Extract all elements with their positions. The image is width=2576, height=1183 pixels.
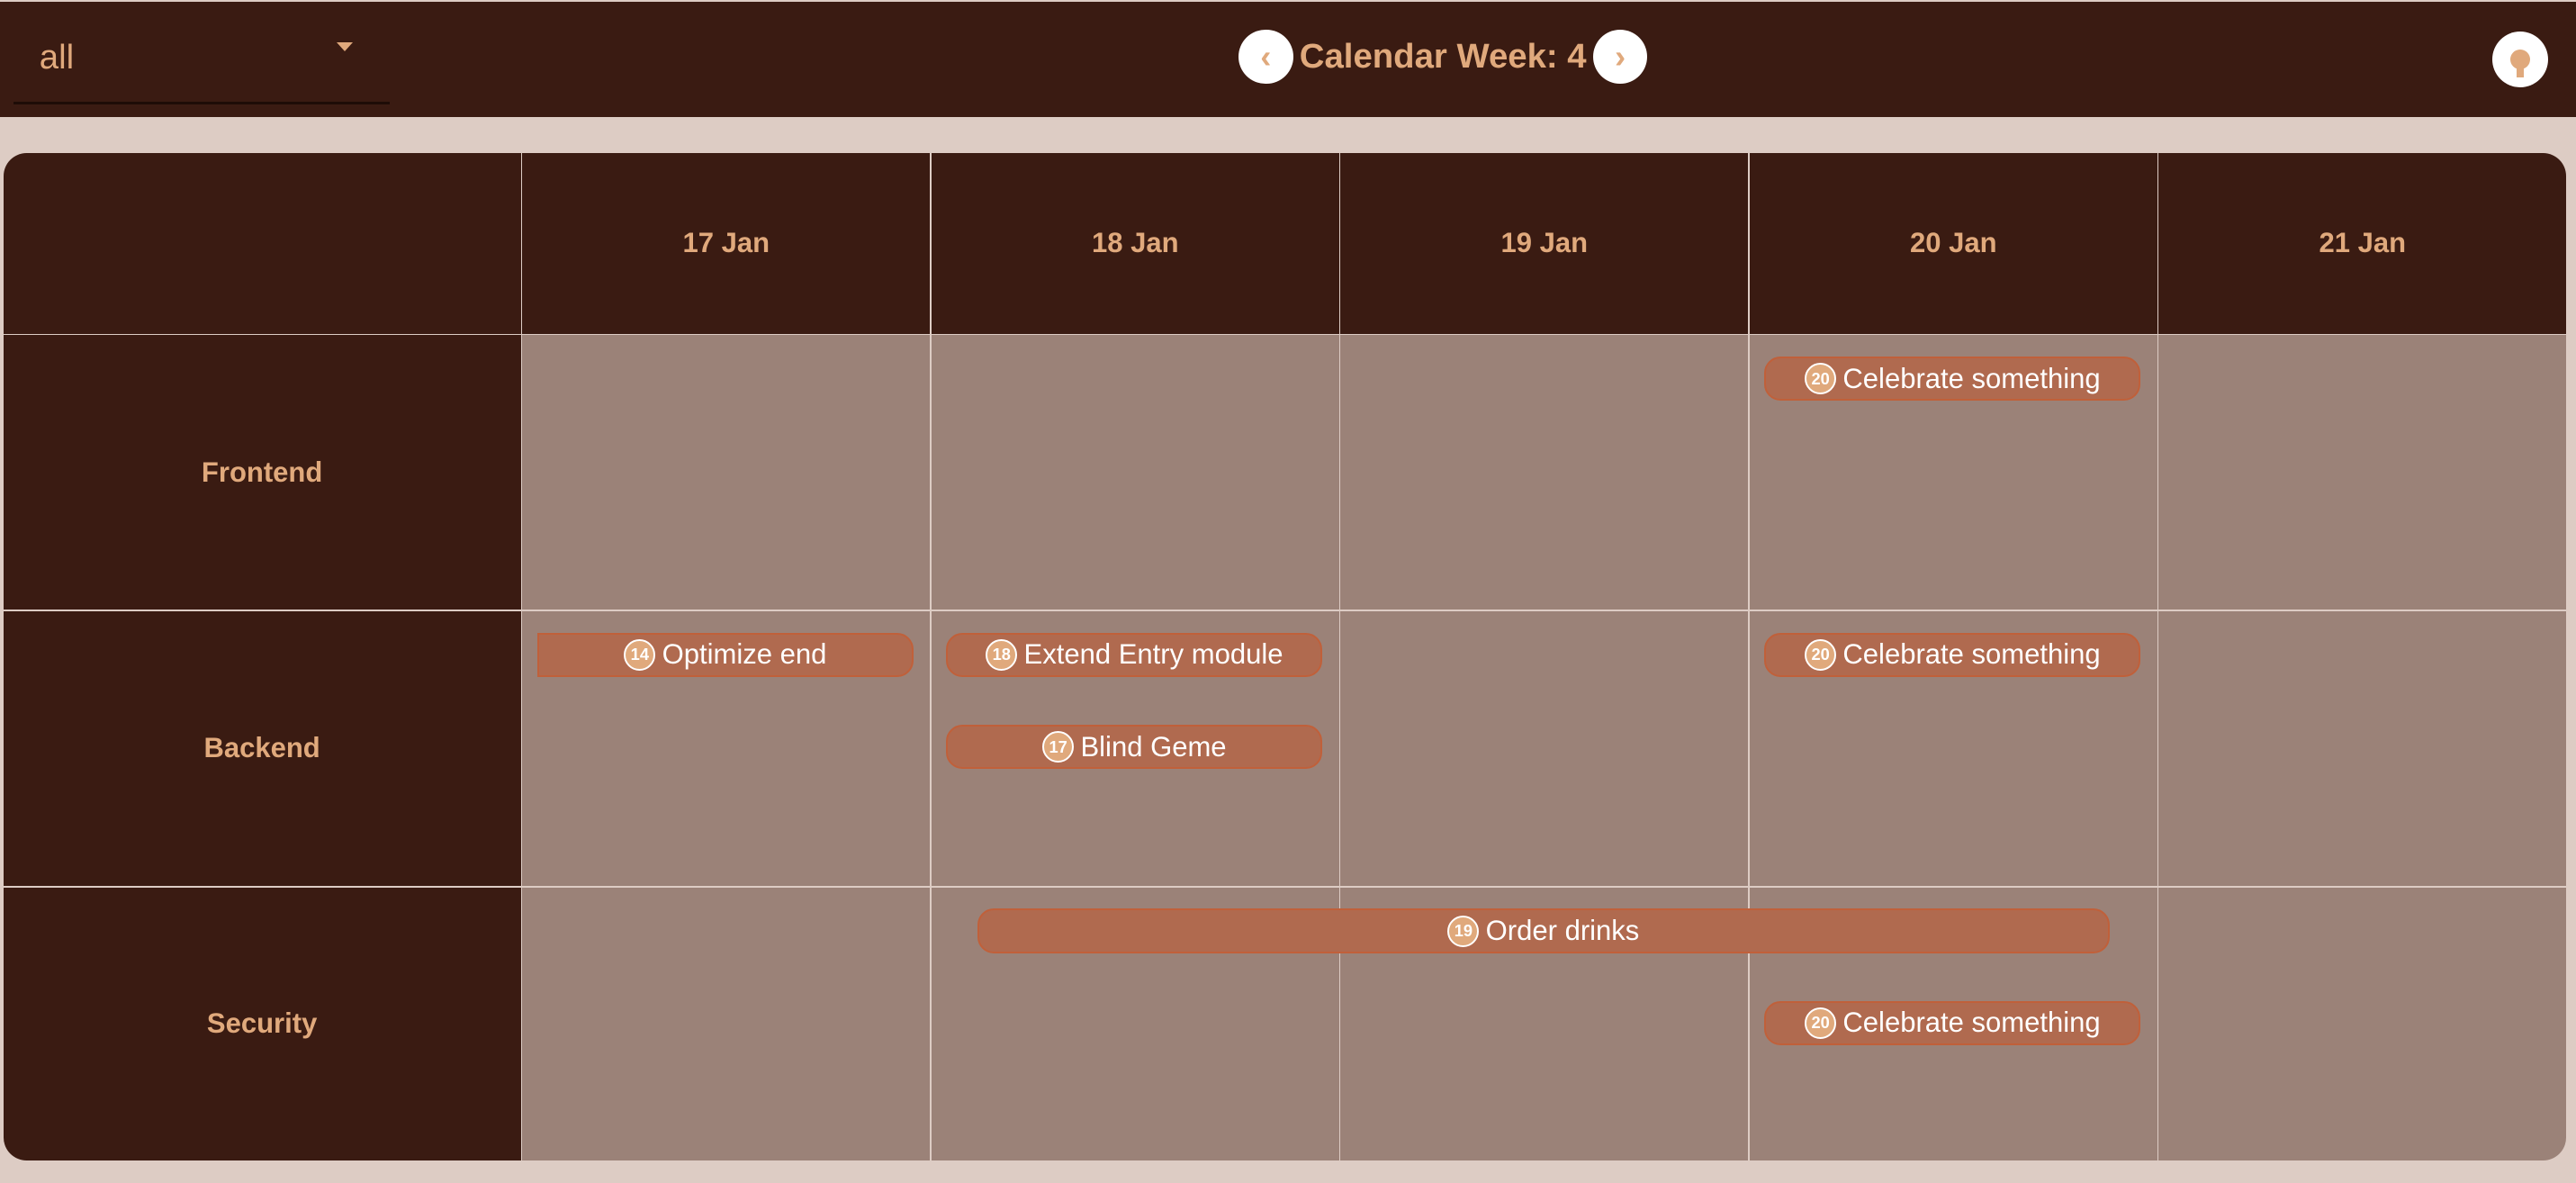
event-chip[interactable]: 20 Celebrate something	[1764, 1000, 2141, 1045]
day-cell[interactable]	[2158, 335, 2567, 610]
row-header: Frontend	[3, 335, 521, 610]
day-cell[interactable]	[1340, 335, 1749, 610]
event-id-badge: 14	[624, 638, 656, 671]
next-week-button[interactable]: ›	[1592, 29, 1648, 85]
day-header: 20 Jan	[1749, 152, 2157, 334]
event-id-badge: 19	[1447, 915, 1480, 947]
event-title: Celebrate something	[1842, 638, 2101, 671]
top-bar: all ‹ Calendar Week: 4 ›	[0, 1, 2576, 117]
event-id-badge: 18	[986, 638, 1018, 671]
day-cell[interactable]	[2158, 887, 2567, 1160]
day-header: 18 Jan	[931, 152, 1339, 334]
theme-toggle-button[interactable]	[2491, 31, 2549, 87]
event-chip[interactable]: 14 Optimize end	[536, 632, 914, 678]
event-title: Order drinks	[1485, 915, 1640, 947]
chevron-right-icon: ›	[1614, 37, 1626, 75]
week-navigation: ‹ Calendar Week: 4 ›	[1238, 29, 1648, 85]
day-header-label: 21 Jan	[2319, 227, 2407, 259]
day-cell[interactable]	[522, 335, 931, 610]
event-title: Blind Geme	[1080, 730, 1227, 763]
corner-header-cell	[3, 152, 521, 334]
row-header-label: Frontend	[201, 456, 323, 488]
event-chip[interactable]: 17 Blind Geme	[946, 724, 1323, 770]
team-filter-value: all	[39, 37, 75, 77]
day-cell[interactable]	[2158, 611, 2567, 886]
event-title: Celebrate something	[1842, 362, 2101, 394]
previous-week-button[interactable]: ‹	[1238, 29, 1293, 85]
event-title: Extend Entry module	[1023, 638, 1283, 671]
row-header-label: Backend	[203, 732, 320, 764]
day-header-label: 18 Jan	[1091, 227, 1179, 259]
row-header: Security	[3, 887, 521, 1160]
event-chip[interactable]: 18 Extend Entry module	[946, 632, 1323, 678]
day-header: 17 Jan	[522, 152, 931, 334]
event-id-badge: 20	[1805, 363, 1837, 395]
event-title: Celebrate something	[1842, 1007, 2101, 1039]
lightbulb-icon	[2510, 49, 2530, 77]
day-header-label: 17 Jan	[682, 227, 770, 259]
event-title: Optimize end	[662, 638, 827, 671]
row-header: Backend	[3, 611, 521, 886]
event-chip[interactable]: 19 Order drinks	[977, 908, 2110, 953]
row-header-label: Security	[206, 1007, 318, 1040]
dropdown-caret-icon	[337, 42, 354, 53]
event-id-badge: 20	[1805, 1007, 1837, 1039]
day-header: 21 Jan	[2158, 152, 2567, 334]
event-chip[interactable]: 20 Celebrate something	[1764, 357, 2141, 402]
team-filter-select[interactable]: all	[13, 14, 390, 105]
calendar-grid: 17 Jan 18 Jan 19 Jan 20 Jan 21 Jan Frontend Ba…	[3, 152, 2567, 1160]
day-header-label: 19 Jan	[1500, 227, 1589, 259]
calendar-week-title: Calendar Week: 4	[1299, 36, 1587, 76]
day-header-label: 20 Jan	[1909, 227, 1997, 259]
day-header: 19 Jan	[1340, 152, 1749, 334]
event-id-badge: 20	[1805, 638, 1837, 671]
day-cell[interactable]	[522, 887, 931, 1160]
event-chip[interactable]: 20 Celebrate something	[1764, 632, 2141, 678]
event-id-badge: 17	[1042, 731, 1075, 763]
day-cell[interactable]	[1340, 611, 1749, 886]
day-cell[interactable]	[931, 335, 1339, 610]
chevron-left-icon: ‹	[1260, 37, 1272, 75]
